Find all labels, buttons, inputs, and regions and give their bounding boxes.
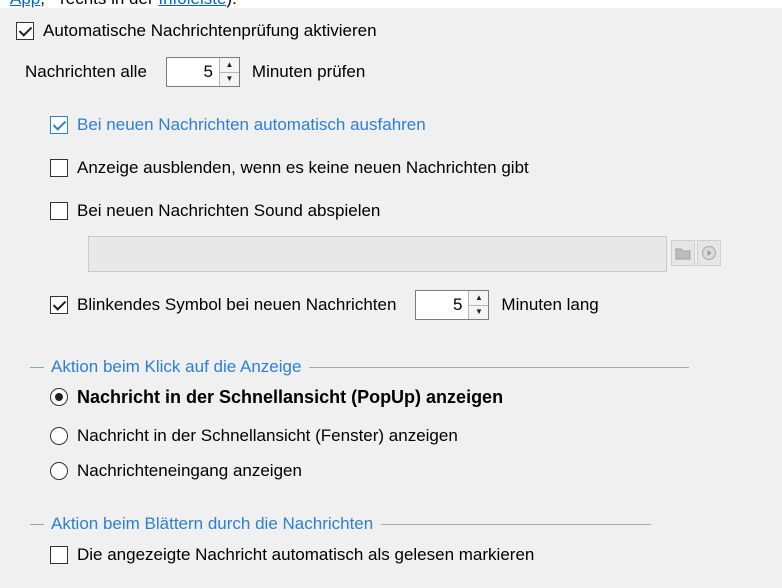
interval-suffix: Minuten prüfen [251,62,366,81]
radio-option-popup[interactable]: Nachricht in der Schnellansicht (PopUp) … [50,382,503,412]
hide-empty-checkbox[interactable] [50,159,68,177]
spin-down-icon[interactable]: ▼ [219,71,239,86]
spin-up-icon[interactable]: ▲ [469,291,489,305]
auto-expand-checkbox[interactable] [50,116,68,134]
interval-row: Nachrichten alle 5 ▲ ▼ Minuten prüfen [25,57,365,87]
radio-option-inbox[interactable]: Nachrichteneingang anzeigen [50,456,302,486]
clip-suffix: ). [226,0,236,8]
play-sound-row[interactable]: Bei neuen Nachrichten Sound abspielen [50,196,380,226]
click-action-group-header: Aktion beim Klick auf die Anzeige [30,355,690,379]
sound-file-field[interactable] [88,236,667,272]
mark-read-row[interactable]: Die angezeigte Nachricht automatisch als… [50,540,534,570]
blink-suffix: Minuten lang [501,295,599,314]
app-link[interactable]: App [10,0,40,8]
radio-popup-label: Nachricht in der Schnellansicht (PopUp) … [77,386,504,407]
mark-read-checkbox[interactable] [50,546,68,564]
blink-label: Blinkendes Symbol bei neuen Nachrichten [77,295,397,314]
browse-sound-button[interactable] [671,240,695,266]
blink-row: Blinkendes Symbol bei neuen Nachrichten … [50,290,599,320]
scroll-action-title: Aktion beim Blättern durch die Nachricht… [51,514,374,533]
radio-window[interactable] [50,427,68,445]
interval-spinner[interactable]: 5 ▲ ▼ [165,57,240,87]
auto-check-label: Automatische Nachrichtenprüfung aktivier… [43,21,377,40]
infoleiste-link[interactable]: Infoleiste [158,0,226,8]
radio-inbox[interactable] [50,462,68,480]
spin-up-icon[interactable]: ▲ [219,58,239,72]
radio-option-window[interactable]: Nachricht in der Schnellansicht (Fenster… [50,421,458,451]
blink-value[interactable]: 5 [416,291,468,319]
folder-icon [675,248,691,260]
mark-read-label: Die angezeigte Nachricht automatisch als… [77,545,535,564]
interval-prefix: Nachrichten alle [25,62,147,81]
play-sound-checkbox[interactable] [50,202,68,220]
clip-text: , - rechts in der [40,0,158,8]
interval-value[interactable]: 5 [167,58,219,86]
auto-check-row[interactable]: Automatische Nachrichtenprüfung aktivier… [16,16,377,46]
scroll-action-group-header: Aktion beim Blättern durch die Nachricht… [30,512,652,536]
click-action-title: Aktion beim Klick auf die Anzeige [51,357,302,376]
blink-spinner[interactable]: 5 ▲ ▼ [415,290,490,320]
clipped-text-strip: App, - rechts in der Infoleiste). [0,0,782,8]
blink-checkbox[interactable] [50,296,68,314]
radio-popup[interactable] [50,388,68,406]
play-sound-label: Bei neuen Nachrichten Sound abspielen [77,201,381,220]
auto-expand-row[interactable]: Bei neuen Nachrichten automatisch ausfah… [50,110,426,140]
spin-down-icon[interactable]: ▼ [469,304,489,319]
radio-inbox-label: Nachrichteneingang anzeigen [77,461,302,480]
radio-window-label: Nachricht in der Schnellansicht (Fenster… [77,426,458,445]
auto-check-checkbox[interactable] [16,22,34,40]
play-sound-button[interactable] [697,240,721,266]
hide-empty-row[interactable]: Anzeige ausblenden, wenn es keine neuen … [50,153,529,183]
play-icon [702,246,716,260]
hide-empty-label: Anzeige ausblenden, wenn es keine neuen … [77,158,529,177]
auto-expand-label: Bei neuen Nachrichten automatisch ausfah… [77,115,426,134]
